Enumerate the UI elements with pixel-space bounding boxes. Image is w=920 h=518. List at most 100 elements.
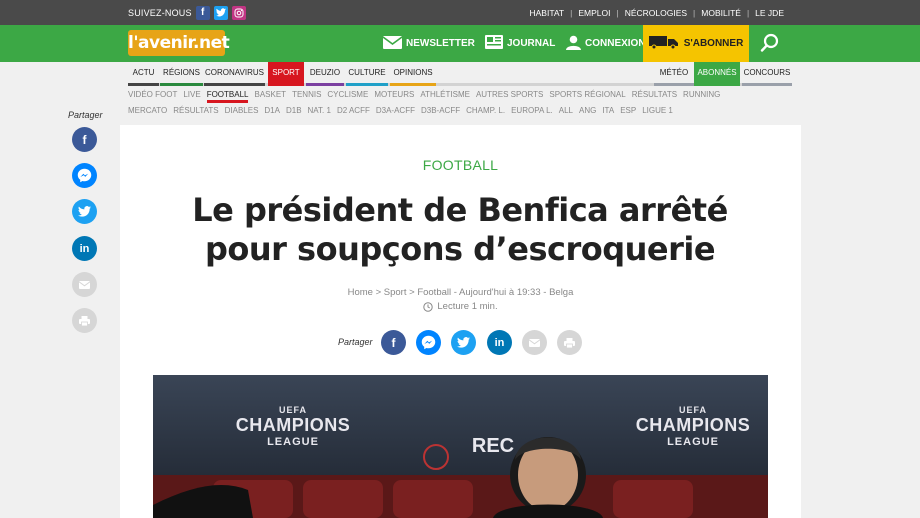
top-links: HABITAT | EMPLOI | NÉCROLOGIES | MOBILIT… xyxy=(523,0,790,25)
subnav2-d3b-acff[interactable]: D3B-ACFF xyxy=(421,106,460,115)
share-messenger-button[interactable] xyxy=(72,163,97,188)
subnav2-champions-league[interactable]: CHAMP. L. xyxy=(466,106,505,115)
site-logo[interactable]: l'avenir.net xyxy=(128,30,230,56)
subnav2-europa-league[interactable]: EUROPA L. xyxy=(511,106,553,115)
football-subnav: MERCATO RÉSULTATS DIABLES D1A D1B NAT. 1… xyxy=(128,106,673,115)
subnav-live[interactable]: LIVE xyxy=(183,90,200,99)
envelope-icon xyxy=(79,280,90,289)
nav-item-regions[interactable]: RÉGIONS xyxy=(160,62,203,86)
top-link-habitat[interactable]: HABITAT xyxy=(523,8,570,18)
subnav2-d3a-acff[interactable]: D3A-ACFF xyxy=(376,106,415,115)
subnav2-d1a[interactable]: D1A xyxy=(264,106,280,115)
nav-item-deuzio[interactable]: DEUZIO xyxy=(306,62,344,86)
reading-time: Lecture 1 min. xyxy=(120,301,801,312)
linkedin-icon: in xyxy=(79,242,90,255)
inline-share-facebook-button[interactable]: f xyxy=(381,330,406,355)
subnav-video-foot[interactable]: VIDÉO FOOT xyxy=(128,90,177,99)
subnav2-resultats[interactable]: RÉSULTATS xyxy=(173,106,218,115)
inline-share-email-button[interactable] xyxy=(522,330,547,355)
subnav-cyclisme[interactable]: CYCLISME xyxy=(327,90,368,99)
subscribe-label: S'ABONNER xyxy=(683,38,744,49)
inline-share-twitter-button[interactable] xyxy=(451,330,476,355)
twitter-icon[interactable] xyxy=(213,5,228,20)
printer-icon xyxy=(79,315,90,326)
top-link-jde[interactable]: LE JDE xyxy=(749,8,790,18)
subnav2-esp[interactable]: ESP xyxy=(620,106,636,115)
newsletter-button[interactable]: NEWSLETTER xyxy=(382,25,475,62)
nav-item-concours[interactable]: CONCOURS xyxy=(742,62,792,86)
nav-item-opinions[interactable]: OPINIONS xyxy=(390,62,436,86)
share-label-left: Partager xyxy=(68,110,103,120)
top-link-mobilite[interactable]: MOBILITÉ xyxy=(695,8,747,18)
linkedin-icon: in xyxy=(494,336,505,349)
nav-item-actu[interactable]: ACTU xyxy=(128,62,159,86)
share-linkedin-button[interactable]: in xyxy=(72,236,97,261)
subnav2-d2-acff[interactable]: D2 ACFF xyxy=(337,106,370,115)
subnav-sports-regional[interactable]: SPORTS RÉGIONAL xyxy=(549,90,625,99)
top-link-necrologies[interactable]: NÉCROLOGIES xyxy=(619,8,693,18)
search-icon[interactable] xyxy=(760,33,780,53)
share-twitter-button[interactable] xyxy=(72,199,97,224)
subnav2-ita[interactable]: ITA xyxy=(602,106,614,115)
sport-subnav: VIDÉO FOOT LIVE FOOTBALL BASKET TENNIS C… xyxy=(128,90,720,103)
nav-item-abonnes[interactable]: ABONNÉS xyxy=(694,62,740,86)
inline-share-linkedin-button[interactable]: in xyxy=(487,330,512,355)
top-link-emploi[interactable]: EMPLOI xyxy=(572,8,616,18)
follow-us: SUIVEZ-NOUS f xyxy=(128,0,246,25)
subnav-resultats[interactable]: RÉSULTATS xyxy=(632,90,677,99)
envelope-icon xyxy=(382,35,403,52)
subnav2-d1b[interactable]: D1B xyxy=(286,106,302,115)
subnav-basket[interactable]: BASKET xyxy=(254,90,286,99)
login-button[interactable]: CONNEXION xyxy=(566,25,646,62)
nav-item-culture[interactable]: CULTURE xyxy=(346,62,388,86)
nav-item-coronavirus[interactable]: CORONAVIRUS xyxy=(204,62,265,86)
subscribe-button[interactable]: S'ABONNER xyxy=(643,25,749,62)
site-header: l'avenir.net NEWSLETTER JOURNAL CONNEXIO… xyxy=(0,25,920,62)
journal-button[interactable]: JOURNAL xyxy=(485,25,555,62)
nav-item-meteo[interactable]: MÉTÉO xyxy=(654,62,694,86)
subnav-football[interactable]: FOOTBALL xyxy=(206,90,248,103)
article-photo[interactable]: UEFA CHAMPIONS LEAGUE REC UEFA CHAMPIONS… xyxy=(153,375,768,518)
section-nav: ACTU RÉGIONS CORONAVIRUS SPORT DEUZIO CU… xyxy=(128,62,792,86)
subnav2-ang[interactable]: ANG xyxy=(579,106,596,115)
nav-item-sport[interactable]: SPORT xyxy=(268,62,304,86)
subnav-athletisme[interactable]: ATHLÉTISME xyxy=(420,90,470,99)
publish-time: Aujourd'hui à 19:33 xyxy=(459,287,541,298)
photo-cl-line2-right: LEAGUE xyxy=(667,436,719,448)
subnav-running[interactable]: RUNNING xyxy=(683,90,720,99)
top-bar: SUIVEZ-NOUS f HABITAT | EMPLOI | NÉCROLO… xyxy=(0,0,920,25)
subnav-moteurs[interactable]: MOTEURS xyxy=(374,90,414,99)
breadcrumb-home[interactable]: Home xyxy=(348,287,373,298)
inline-share-messenger-button[interactable] xyxy=(416,330,441,355)
envelope-icon xyxy=(529,338,540,347)
share-facebook-button[interactable]: f xyxy=(72,127,97,152)
subnav-autres-sports[interactable]: AUTRES SPORTS xyxy=(476,90,543,99)
article-source: Belga xyxy=(549,287,574,298)
subnav2-diables[interactable]: DIABLES xyxy=(225,106,259,115)
printer-icon xyxy=(564,337,575,348)
follow-label: SUIVEZ-NOUS xyxy=(128,7,192,18)
newspaper-icon xyxy=(485,35,503,52)
article-kicker[interactable]: FOOTBALL xyxy=(120,157,801,173)
subnav2-ligue1[interactable]: LIGUE 1 xyxy=(642,106,673,115)
breadcrumb-football[interactable]: Football xyxy=(417,287,451,298)
share-email-button[interactable] xyxy=(72,272,97,297)
photo-uefa-left: UEFA xyxy=(278,405,307,415)
journal-label: JOURNAL xyxy=(507,38,556,49)
subnav-tennis[interactable]: TENNIS xyxy=(292,90,321,99)
login-label: CONNEXION xyxy=(585,38,646,49)
clock-icon xyxy=(423,301,434,312)
article-title: Le président de Benfica arrêté pour soup… xyxy=(192,191,728,268)
subnav2-all[interactable]: ALL xyxy=(559,106,573,115)
photo-uefa-right: UEFA xyxy=(678,405,707,415)
subnav2-mercato[interactable]: MERCATO xyxy=(128,106,167,115)
print-button[interactable] xyxy=(72,308,97,333)
breadcrumb-sport[interactable]: Sport xyxy=(384,287,407,298)
inline-print-button[interactable] xyxy=(557,330,582,355)
facebook-icon: f xyxy=(391,335,396,350)
facebook-icon[interactable]: f xyxy=(195,5,210,20)
photo-cl-line2-left: LEAGUE xyxy=(267,436,319,448)
instagram-icon[interactable] xyxy=(231,5,246,20)
subnav2-nat1[interactable]: NAT. 1 xyxy=(308,106,331,115)
share-label-inline: Partager xyxy=(338,337,373,347)
